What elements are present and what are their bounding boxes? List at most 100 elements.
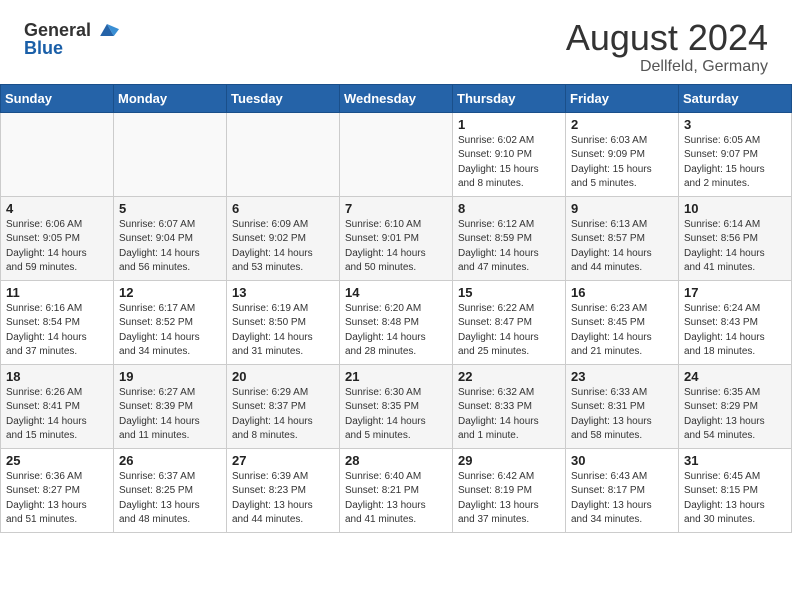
day-number: 26 <box>119 453 221 468</box>
day-number: 8 <box>458 201 560 216</box>
logo: General Blue <box>24 18 119 59</box>
calendar-cell <box>340 112 453 196</box>
day-number: 25 <box>6 453 108 468</box>
day-info: Sunrise: 6:07 AM Sunset: 9:04 PM Dayligh… <box>119 218 221 276</box>
day-info: Sunrise: 6:43 AM Sunset: 8:17 PM Dayligh… <box>571 470 673 528</box>
calendar-cell: 2Sunrise: 6:03 AM Sunset: 9:09 PM Daylig… <box>566 112 679 196</box>
day-info: Sunrise: 6:05 AM Sunset: 9:07 PM Dayligh… <box>684 134 786 192</box>
day-info: Sunrise: 6:35 AM Sunset: 8:29 PM Dayligh… <box>684 386 786 444</box>
calendar-cell <box>227 112 340 196</box>
calendar-cell: 31Sunrise: 6:45 AM Sunset: 8:15 PM Dayli… <box>679 448 792 532</box>
logo-blue: Blue <box>24 38 63 59</box>
calendar-cell: 21 Sunrise: 6:30 AM Sunset: 8:35 PM Dayli… <box>340 364 453 448</box>
day-info: Sunrise: 6:32 AM Sunset: 8:33 PM Dayligh… <box>458 386 560 444</box>
calendar-cell: 22 Sunrise: 6:32 AM Sunset: 8:33 PM Dayli… <box>453 364 566 448</box>
day-info: Sunrise: 6:10 AM Sunset: 9:01 PM Dayligh… <box>345 218 447 276</box>
day-number: 20 <box>232 369 334 384</box>
day-info: Sunrise: 6:12 AM Sunset: 8:59 PM Dayligh… <box>458 218 560 276</box>
calendar-cell: 3 Sunrise: 6:05 AM Sunset: 9:07 PM Daylig… <box>679 112 792 196</box>
col-monday: Monday <box>114 84 227 112</box>
calendar-cell: 11Sunrise: 6:16 AM Sunset: 8:54 PM Dayli… <box>1 280 114 364</box>
calendar-cell: 9 Sunrise: 6:13 AM Sunset: 8:57 PM Daylig… <box>566 196 679 280</box>
day-number: 14 <box>345 285 447 300</box>
calendar-cell: 1Sunrise: 6:02 AM Sunset: 9:10 PM Daylig… <box>453 112 566 196</box>
day-info: Sunrise: 6:37 AM Sunset: 8:25 PM Dayligh… <box>119 470 221 528</box>
day-number: 29 <box>458 453 560 468</box>
day-number: 13 <box>232 285 334 300</box>
calendar-header-row: Sunday Monday Tuesday Wednesday Thursday… <box>1 84 792 112</box>
calendar-week-1: 1Sunrise: 6:02 AM Sunset: 9:10 PM Daylig… <box>1 112 792 196</box>
calendar-week-4: 18 Sunrise: 6:26 AM Sunset: 8:41 PM Dayli… <box>1 364 792 448</box>
day-number: 10 <box>684 201 786 216</box>
logo-icon <box>95 18 119 42</box>
day-number: 12 <box>119 285 221 300</box>
day-number: 15 <box>458 285 560 300</box>
calendar-cell: 26 Sunrise: 6:37 AM Sunset: 8:25 PM Dayli… <box>114 448 227 532</box>
day-info: Sunrise: 6:22 AM Sunset: 8:47 PM Dayligh… <box>458 302 560 360</box>
location: Dellfeld, Germany <box>566 58 768 76</box>
title-block: August 2024 Dellfeld, Germany <box>566 18 768 76</box>
calendar-cell: 6Sunrise: 6:09 AM Sunset: 9:02 PM Daylig… <box>227 196 340 280</box>
day-info: Sunrise: 6:03 AM Sunset: 9:09 PM Dayligh… <box>571 134 673 192</box>
calendar-cell: 10 Sunrise: 6:14 AM Sunset: 8:56 PM Dayli… <box>679 196 792 280</box>
col-thursday: Thursday <box>453 84 566 112</box>
day-number: 16 <box>571 285 673 300</box>
calendar-cell: 30 Sunrise: 6:43 AM Sunset: 8:17 PM Dayli… <box>566 448 679 532</box>
day-number: 24 <box>684 369 786 384</box>
calendar-week-3: 11Sunrise: 6:16 AM Sunset: 8:54 PM Dayli… <box>1 280 792 364</box>
day-number: 4 <box>6 201 108 216</box>
day-number: 28 <box>345 453 447 468</box>
day-info: Sunrise: 6:40 AM Sunset: 8:21 PM Dayligh… <box>345 470 447 528</box>
day-number: 9 <box>571 201 673 216</box>
calendar-week-5: 25 Sunrise: 6:36 AM Sunset: 8:27 PM Dayli… <box>1 448 792 532</box>
day-info: Sunrise: 6:26 AM Sunset: 8:41 PM Dayligh… <box>6 386 108 444</box>
day-info: Sunrise: 6:24 AM Sunset: 8:43 PM Dayligh… <box>684 302 786 360</box>
day-number: 23 <box>571 369 673 384</box>
day-number: 22 <box>458 369 560 384</box>
col-saturday: Saturday <box>679 84 792 112</box>
day-number: 21 <box>345 369 447 384</box>
day-info: Sunrise: 6:19 AM Sunset: 8:50 PM Dayligh… <box>232 302 334 360</box>
calendar-cell: 15 Sunrise: 6:22 AM Sunset: 8:47 PM Dayli… <box>453 280 566 364</box>
col-sunday: Sunday <box>1 84 114 112</box>
calendar-cell: 8 Sunrise: 6:12 AM Sunset: 8:59 PM Daylig… <box>453 196 566 280</box>
calendar-cell: 19Sunrise: 6:27 AM Sunset: 8:39 PM Dayli… <box>114 364 227 448</box>
day-info: Sunrise: 6:29 AM Sunset: 8:37 PM Dayligh… <box>232 386 334 444</box>
calendar-cell: 17 Sunrise: 6:24 AM Sunset: 8:43 PM Dayli… <box>679 280 792 364</box>
day-number: 7 <box>345 201 447 216</box>
day-number: 5 <box>119 201 221 216</box>
day-info: Sunrise: 6:06 AM Sunset: 9:05 PM Dayligh… <box>6 218 108 276</box>
day-number: 18 <box>6 369 108 384</box>
day-info: Sunrise: 6:39 AM Sunset: 8:23 PM Dayligh… <box>232 470 334 528</box>
day-info: Sunrise: 6:17 AM Sunset: 8:52 PM Dayligh… <box>119 302 221 360</box>
calendar-cell: 14Sunrise: 6:20 AM Sunset: 8:48 PM Dayli… <box>340 280 453 364</box>
calendar-week-2: 4 Sunrise: 6:06 AM Sunset: 9:05 PM Daylig… <box>1 196 792 280</box>
day-info: Sunrise: 6:42 AM Sunset: 8:19 PM Dayligh… <box>458 470 560 528</box>
day-info: Sunrise: 6:14 AM Sunset: 8:56 PM Dayligh… <box>684 218 786 276</box>
day-number: 27 <box>232 453 334 468</box>
day-info: Sunrise: 6:45 AM Sunset: 8:15 PM Dayligh… <box>684 470 786 528</box>
calendar-table: Sunday Monday Tuesday Wednesday Thursday… <box>0 84 792 533</box>
day-info: Sunrise: 6:27 AM Sunset: 8:39 PM Dayligh… <box>119 386 221 444</box>
day-info: Sunrise: 6:36 AM Sunset: 8:27 PM Dayligh… <box>6 470 108 528</box>
calendar-cell: 4 Sunrise: 6:06 AM Sunset: 9:05 PM Daylig… <box>1 196 114 280</box>
calendar-cell: 29 Sunrise: 6:42 AM Sunset: 8:19 PM Dayli… <box>453 448 566 532</box>
day-info: Sunrise: 6:02 AM Sunset: 9:10 PM Dayligh… <box>458 134 560 192</box>
day-info: Sunrise: 6:09 AM Sunset: 9:02 PM Dayligh… <box>232 218 334 276</box>
day-number: 11 <box>6 285 108 300</box>
calendar-cell: 7 Sunrise: 6:10 AM Sunset: 9:01 PM Daylig… <box>340 196 453 280</box>
day-info: Sunrise: 6:30 AM Sunset: 8:35 PM Dayligh… <box>345 386 447 444</box>
calendar-cell: 18 Sunrise: 6:26 AM Sunset: 8:41 PM Dayli… <box>1 364 114 448</box>
calendar-cell <box>114 112 227 196</box>
calendar-cell <box>1 112 114 196</box>
calendar-cell: 12 Sunrise: 6:17 AM Sunset: 8:52 PM Dayli… <box>114 280 227 364</box>
day-info: Sunrise: 6:33 AM Sunset: 8:31 PM Dayligh… <box>571 386 673 444</box>
calendar-cell: 13 Sunrise: 6:19 AM Sunset: 8:50 PM Dayli… <box>227 280 340 364</box>
day-number: 30 <box>571 453 673 468</box>
day-number: 17 <box>684 285 786 300</box>
day-info: Sunrise: 6:13 AM Sunset: 8:57 PM Dayligh… <box>571 218 673 276</box>
day-number: 3 <box>684 117 786 132</box>
calendar-cell: 25 Sunrise: 6:36 AM Sunset: 8:27 PM Dayli… <box>1 448 114 532</box>
col-tuesday: Tuesday <box>227 84 340 112</box>
calendar-cell: 28 Sunrise: 6:40 AM Sunset: 8:21 PM Dayli… <box>340 448 453 532</box>
